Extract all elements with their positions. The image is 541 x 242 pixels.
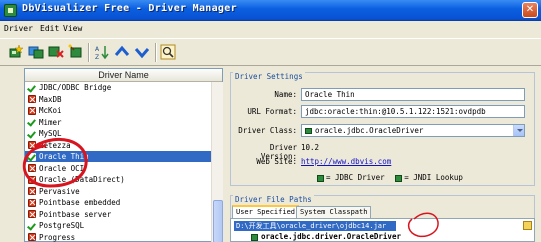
driver-list-item[interactable]: McKoi	[25, 105, 211, 116]
jdbc-driver-legend: = JDBC Driver	[326, 173, 385, 182]
check-icon	[28, 129, 36, 138]
driver-icon	[305, 128, 312, 134]
driver-list-item[interactable]: Pointbase embedded	[25, 197, 211, 208]
chevron-down-icon[interactable]	[513, 125, 524, 136]
driver-details-panel: Driver Settings Name: Oracle Thin URL Fo…	[230, 68, 541, 242]
name-field[interactable]: Oracle Thin	[301, 88, 525, 101]
driver-list-item[interactable]: MySQL	[25, 128, 211, 139]
jndi-lookup-icon	[395, 174, 403, 182]
driver-list-item[interactable]: Pointbase server	[25, 209, 211, 220]
window-title: DbVisualizer Free - Driver Manager	[22, 3, 237, 14]
error-icon	[28, 233, 36, 241]
driver-list-item[interactable]: MaxDB	[25, 94, 211, 105]
sort-icon[interactable]: A Z	[94, 44, 110, 60]
driver-list-item-label: JDBC/ODBC Bridge	[39, 83, 112, 92]
url-format-field[interactable]: jdbc:oracle:thin:@10.5.1.122:1521:ovdpdb	[301, 105, 525, 118]
toolbar-separator	[155, 43, 157, 62]
toolbar: A Z	[0, 38, 541, 66]
driver-list-panel: Driver Name JDBC/ODBC Bridge MaxDB McKoi Mi…	[24, 68, 223, 242]
jar-path-item[interactable]: D:\开发工具\oracle_driver\ojdbc14.jar	[234, 221, 396, 231]
driver-list-item[interactable]: JDBC/ODBC Bridge	[25, 82, 211, 93]
driver-file-paths-title: Driver File Paths	[233, 195, 314, 204]
svg-text:A: A	[95, 46, 100, 53]
error-icon	[28, 175, 36, 184]
delete-driver-icon[interactable]	[48, 44, 64, 60]
error-icon	[28, 187, 36, 195]
check-icon	[28, 83, 36, 92]
driver-list-item-label: PostgreSQL	[39, 221, 85, 230]
driver-list-item-label: Pointbase embedded	[39, 198, 121, 207]
check-icon	[28, 118, 36, 126]
scrollbar-thumb[interactable]	[213, 200, 223, 242]
menu-edit[interactable]: Edit	[40, 24, 59, 33]
driver-list-item-label: Progress	[39, 232, 76, 242]
driver-list-item[interactable]: Oracle OCI	[25, 163, 211, 174]
driver-list-item-label: Oracle Thin	[39, 152, 89, 161]
driver-list-item-label: MaxDB	[39, 94, 62, 104]
driver-list-item-label: Oracle OCI	[39, 163, 85, 173]
driver-list-item[interactable]: Mimer	[25, 117, 211, 128]
error-icon	[28, 198, 36, 207]
move-down-icon[interactable]	[134, 44, 150, 60]
error-icon	[28, 106, 36, 115]
error-icon	[28, 164, 36, 172]
url-format-label: URL Format:	[247, 107, 297, 116]
driver-class-value: oracle.jdbc.OracleDriver	[315, 126, 424, 135]
move-up-icon[interactable]	[114, 44, 130, 60]
close-button[interactable]: ✕	[522, 2, 538, 18]
copy-driver-icon[interactable]	[28, 44, 44, 60]
tab-system-classpath[interactable]: System Classpath	[296, 206, 372, 218]
driver-class-entry[interactable]: oracle.jdbc.driver.OracleDriver	[251, 232, 401, 241]
driver-list-item[interactable]: Netezza	[25, 140, 211, 151]
toolbar-separator	[88, 43, 90, 62]
driver-icon	[251, 233, 258, 241]
driver-list-item-label: Mimer	[39, 117, 62, 127]
error-icon	[28, 141, 36, 149]
error-icon	[28, 95, 36, 103]
driver-list-item-label: McKoi	[39, 106, 62, 115]
search-icon[interactable]	[160, 44, 176, 60]
driver-wizard-icon[interactable]	[68, 44, 84, 60]
driver-list-item-label: Netezza	[39, 140, 71, 150]
driver-class-select[interactable]: oracle.jdbc.OracleDriver	[301, 124, 525, 137]
driver-list-item-label: Pointbase server	[39, 209, 112, 219]
open-folder-icon[interactable]	[523, 221, 532, 230]
new-driver-icon[interactable]	[8, 44, 24, 60]
web-site-link[interactable]: http://www.dbvis.com	[301, 157, 391, 166]
check-icon	[28, 221, 36, 230]
jndi-lookup-legend: = JNDI Lookup	[404, 173, 463, 182]
driver-settings-title: Driver Settings	[233, 72, 305, 81]
splitter[interactable]	[223, 68, 230, 242]
column-header-driver-name[interactable]: Driver Name	[25, 69, 222, 82]
driver-list: JDBC/ODBC Bridge MaxDB McKoi Mimer MySQL Nete…	[25, 82, 211, 242]
menu-bar: Driver Edit View	[0, 22, 541, 37]
driver-list-item-label: Oracle (DataDirect)	[39, 175, 125, 184]
menu-driver[interactable]: Driver	[4, 24, 33, 33]
driver-type-legend: = JDBC Driver = JNDI Lookup	[315, 173, 463, 182]
driver-settings-group: Driver Settings Name: Oracle Thin URL Fo…	[230, 72, 535, 186]
driver-list-item[interactable]: PostgreSQL	[25, 220, 211, 231]
user-specified-paths: D:\开发工具\oracle_driver\ojdbc14.jar oracle…	[230, 218, 535, 242]
jdbc-driver-icon	[317, 174, 324, 182]
app-icon	[4, 4, 17, 17]
driver-version-value: 10.2	[301, 143, 320, 152]
title-bar: DbVisualizer Free - Driver Manager ✕	[0, 0, 541, 21]
driver-list-item-label: Pervasive	[39, 186, 80, 196]
tab-user-specified[interactable]: User Specified	[232, 205, 300, 218]
driver-list-item[interactable]: Progress	[25, 232, 211, 242]
driver-list-scrollbar[interactable]	[211, 82, 223, 242]
name-label: Name:	[274, 90, 297, 99]
error-icon	[28, 210, 36, 218]
driver-list-item[interactable]: Oracle Thin	[25, 151, 211, 162]
driver-list-item[interactable]: Pervasive	[25, 186, 211, 197]
svg-text:Z: Z	[95, 54, 99, 60]
web-site-label: Web Site:	[256, 157, 297, 166]
check-icon	[28, 152, 36, 161]
driver-class-entry-label: oracle.jdbc.driver.OracleDriver	[261, 232, 401, 241]
driver-list-item[interactable]: Oracle (DataDirect)	[25, 174, 211, 185]
driver-class-label: Driver Class:	[238, 126, 297, 135]
menu-view[interactable]: View	[63, 24, 82, 33]
driver-list-item-label: MySQL	[39, 129, 62, 138]
